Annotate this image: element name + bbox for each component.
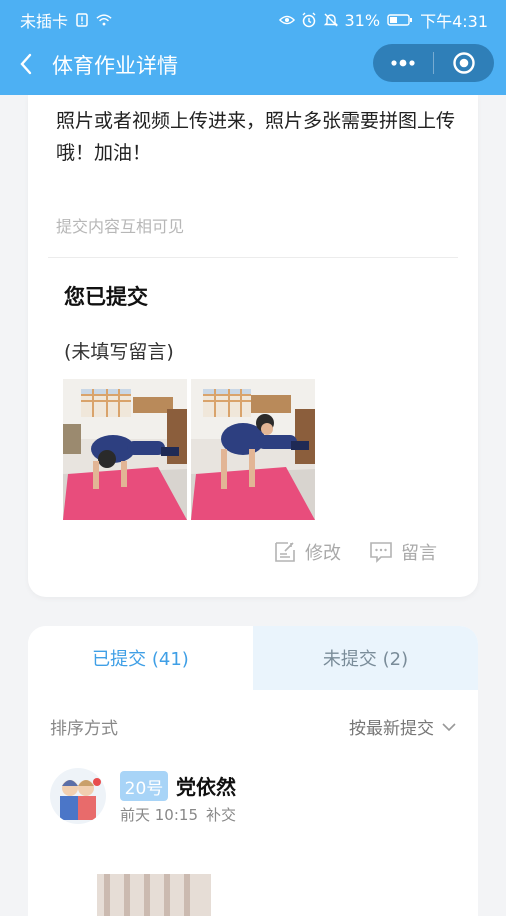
more-button[interactable] bbox=[373, 44, 433, 82]
late-tag: 补交 bbox=[206, 806, 237, 824]
edit-icon bbox=[275, 542, 295, 562]
eye-icon bbox=[278, 12, 295, 28]
page-title: 体育作业详情 bbox=[52, 54, 178, 78]
mute-bell-icon bbox=[323, 12, 339, 28]
assignment-card: 照片或者视频上传进来，照片多张需要拼图上传哦！加油！ 提交内容互相可见 您已提交… bbox=[28, 95, 478, 597]
chevron-left-icon bbox=[20, 53, 32, 75]
battery-icon bbox=[386, 12, 414, 28]
back-button[interactable] bbox=[12, 50, 40, 78]
edit-button[interactable]: 修改 bbox=[273, 539, 341, 565]
submission-photo[interactable] bbox=[191, 379, 315, 520]
comment-icon bbox=[370, 542, 392, 563]
avatar[interactable] bbox=[50, 768, 106, 824]
student-number-badge: 20号 bbox=[120, 771, 168, 801]
sort-row: 排序方式 按最新提交 bbox=[50, 714, 456, 740]
carrier-text: 未插卡 bbox=[20, 12, 69, 31]
sort-dropdown[interactable]: 按最新提交 bbox=[349, 714, 456, 739]
status-right: 31% 下午4:31 bbox=[278, 8, 488, 32]
close-miniprogram-button[interactable] bbox=[434, 44, 494, 82]
wifi-icon bbox=[96, 12, 112, 28]
battery-percent: 31% bbox=[344, 10, 381, 30]
more-dots-icon bbox=[391, 59, 415, 67]
sort-value: 按最新提交 bbox=[349, 719, 434, 739]
comment-button[interactable]: 留言 bbox=[369, 539, 437, 565]
status-left: 未插卡 bbox=[20, 8, 112, 32]
visibility-hint: 提交内容互相可见 bbox=[56, 217, 185, 236]
submission-meta: 前天 10:15 补交 bbox=[120, 804, 236, 825]
student-name: 党依然 bbox=[176, 775, 236, 799]
submissions-card: 已提交 (41) 未提交 (2) 排序方式 按最新提交 20号 党依然 前天 1… bbox=[28, 626, 478, 916]
assignment-description: 照片或者视频上传进来，照片多张需要拼图上传哦！加油！ bbox=[56, 110, 456, 164]
target-circle-icon bbox=[453, 52, 475, 74]
comment-label: 留言 bbox=[401, 543, 437, 564]
submission-actions: 修改 留言 bbox=[28, 539, 478, 567]
submission-time: 前天 10:15 bbox=[120, 806, 198, 824]
edit-label: 修改 bbox=[305, 543, 341, 564]
mini-program-capsule bbox=[373, 44, 494, 82]
submission-status-title: 您已提交 bbox=[64, 285, 148, 309]
tab-submitted[interactable]: 已提交 (41) bbox=[28, 626, 253, 690]
submission-photo[interactable] bbox=[63, 379, 187, 520]
sim-alert-icon bbox=[74, 12, 90, 28]
status-bar: 未插卡 31% 下午4:31 bbox=[0, 0, 506, 34]
submission-comment: (未填写留言) bbox=[64, 341, 174, 363]
tab-not-submitted[interactable]: 未提交 (2) bbox=[253, 626, 478, 690]
sort-label: 排序方式 bbox=[50, 719, 118, 739]
navigation-bar: 体育作业详情 bbox=[0, 34, 506, 95]
alarm-icon bbox=[301, 12, 317, 28]
divider bbox=[48, 257, 458, 258]
submission-photo[interactable] bbox=[97, 874, 211, 916]
chevron-down-icon bbox=[442, 722, 456, 731]
clock-text: 下午4:31 bbox=[420, 12, 488, 31]
